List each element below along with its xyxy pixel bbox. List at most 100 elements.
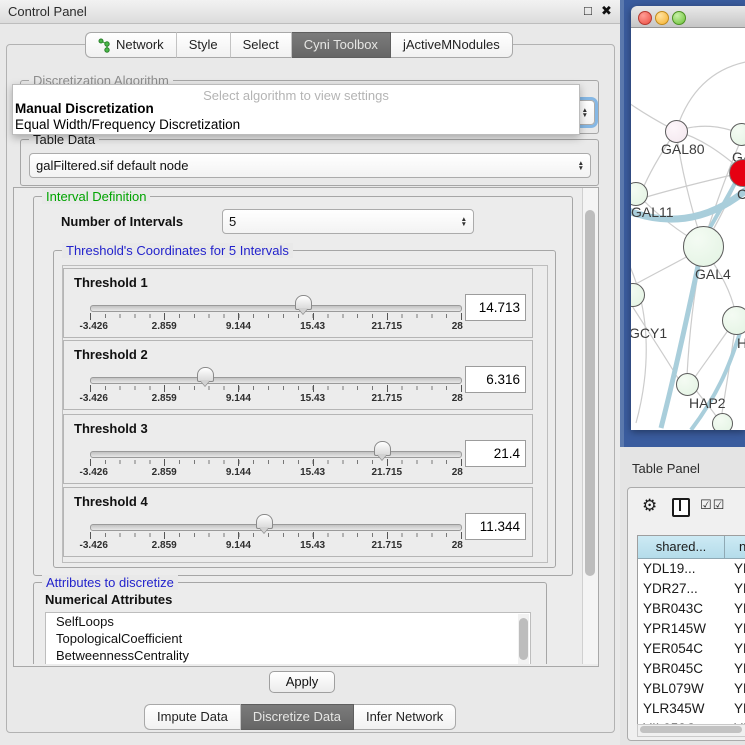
table-row[interactable]: YER054C YER0 [638, 639, 745, 659]
tab-select[interactable]: Select [231, 32, 292, 58]
apply-button[interactable]: Apply [269, 671, 335, 693]
screen: Control Panel □ ✖ Network Style Select C… [0, 0, 745, 745]
cell-name: YBL0 [734, 679, 745, 699]
network-window: GAL80 GA C GAL11 GAL4 GCY1 H HAP2 [631, 6, 745, 430]
tab-impute-data[interactable]: Impute Data [144, 704, 241, 730]
tab-network[interactable]: Network [85, 32, 177, 58]
tab-style[interactable]: Style [177, 32, 231, 58]
control-panel-titlebar: Control Panel □ ✖ [0, 0, 620, 24]
list-item[interactable]: TopologicalCoefficient [46, 630, 530, 647]
node-table: shared... n YDL19...YDL1 YDR27...YDR2 YB… [637, 535, 745, 726]
number-of-intervals-label: Number of Intervals [61, 214, 183, 229]
network-node-gal80[interactable] [665, 120, 688, 143]
slider-thumb[interactable] [197, 367, 214, 382]
network-node-hap2[interactable] [676, 373, 699, 396]
tick-label: -3.426 [80, 393, 108, 404]
table-horizontal-scrollbar[interactable] [637, 724, 745, 737]
float-window-icon[interactable]: □ [584, 3, 592, 18]
table-row[interactable]: YLR345WYLR3 [638, 699, 745, 719]
settings-scrollpane: Interval Definition Number of Intervals … [13, 187, 599, 667]
table-row[interactable]: YBR043C YBR0 [638, 599, 745, 619]
threshold-4-value-field[interactable]: 11.344 [465, 513, 526, 540]
slider-thumb[interactable] [374, 441, 391, 456]
cell-name: YPR1 [734, 619, 745, 639]
tab-cyni-toolbox[interactable]: Cyni Toolbox [292, 32, 391, 58]
threshold-2-slider[interactable]: -3.426 2.859 9.144 15.43 21.715 28 [90, 341, 460, 409]
close-traffic-light-icon[interactable] [638, 11, 652, 25]
tab-infer-network[interactable]: Infer Network [354, 704, 456, 730]
slider-tick-labels: -3.426 2.859 9.144 15.43 21.715 28 [90, 467, 461, 479]
slider-ticks [90, 386, 461, 392]
slider-ticks [90, 314, 461, 320]
cell-shared-name: YBR043C [643, 599, 703, 619]
popup-option-manual-discretization[interactable]: Manual Discretization [15, 101, 154, 116]
cell-shared-name: YPR145W [643, 619, 706, 639]
table-data-combobox[interactable]: galFiltered.sif default node ▲▼ [29, 153, 591, 178]
tick-label: 21.715 [372, 321, 403, 332]
tick-label: 15.43 [300, 321, 325, 332]
popup-option-equal-width[interactable]: Equal Width/Frequency Discretization [15, 117, 240, 132]
slider-track[interactable] [90, 524, 462, 531]
combo-stepper-icon: ▲▼ [578, 161, 584, 171]
threshold-1-slider[interactable]: -3.426 2.859 9.144 15.43 21.715 28 [90, 269, 460, 337]
slider-thumb[interactable] [256, 514, 273, 529]
network-node-partial-bottom[interactable] [712, 413, 733, 430]
column-header-shared-name[interactable]: shared... [638, 536, 725, 559]
tick-label: 2.859 [152, 467, 177, 478]
slider-ticks [90, 533, 461, 539]
minimize-traffic-light-icon[interactable] [655, 11, 669, 25]
select-columns-icon[interactable]: ☑☑ [700, 497, 725, 513]
tick-label: 9.144 [226, 393, 251, 404]
tab-impute-data-label: Impute Data [157, 705, 228, 729]
table-horizontal-scrollbar-thumb[interactable] [640, 726, 742, 733]
slider-track[interactable] [90, 377, 462, 384]
list-item[interactable]: BetweennessCentrality [46, 647, 530, 664]
slider-track[interactable] [90, 305, 462, 312]
threshold-3-value-field[interactable]: 21.4 [465, 440, 526, 467]
split-table-icon[interactable] [672, 498, 690, 517]
combo-stepper-icon: ▲▼ [582, 108, 588, 118]
table-panel: ⚙ ☑☑ shared... n YDL19...YDL1 YDR27...YD… [627, 487, 745, 741]
network-window-titlebar[interactable] [631, 6, 745, 28]
slider-track[interactable] [90, 451, 462, 458]
top-tab-bar: Network Style Select Cyni Toolbox jActiv… [85, 32, 513, 56]
thresholds-group-title: Threshold's Coordinates for 5 Intervals [62, 243, 293, 258]
cell-name: YER0 [734, 639, 745, 659]
zoom-traffic-light-icon[interactable] [672, 11, 686, 25]
tick-label: 15.43 [300, 540, 325, 551]
tick-label: 2.859 [152, 321, 177, 332]
slider-tick-labels: -3.426 2.859 9.144 15.43 21.715 28 [90, 393, 461, 405]
list-scrollbar[interactable] [518, 614, 529, 664]
table-row[interactable]: YBR045CYBR0 [638, 659, 745, 679]
network-node-right[interactable] [722, 306, 745, 335]
cell-shared-name: YER054C [643, 639, 703, 659]
settings-scrollbar[interactable] [582, 188, 598, 664]
network-node-gal4[interactable] [683, 226, 724, 267]
gear-icon[interactable]: ⚙ [642, 496, 657, 516]
table-row[interactable]: YPR145W YPR1 [638, 619, 745, 639]
node-label: HAP2 [689, 395, 726, 411]
tab-jactivemnodules[interactable]: jActiveMNodules [391, 32, 513, 58]
threshold-4-slider[interactable]: -3.426 2.859 9.144 15.43 21.715 28 [90, 488, 460, 556]
node-label: C [737, 186, 745, 202]
numerical-attributes-label: Numerical Attributes [45, 592, 172, 607]
threshold-1-value-field[interactable]: 14.713 [465, 294, 526, 321]
list-item[interactable]: SelfLoops [46, 613, 530, 630]
tab-discretize-data[interactable]: Discretize Data [241, 704, 354, 730]
threshold-3-slider[interactable]: -3.426 2.859 9.144 15.43 21.715 28 [90, 415, 460, 483]
cell-name: YBR0 [734, 599, 745, 619]
number-of-intervals-combobox[interactable]: 5 ▲▼ [222, 209, 474, 234]
network-canvas[interactable]: GAL80 GA C GAL11 GAL4 GCY1 H HAP2 [631, 28, 745, 430]
numerical-attributes-list[interactable]: SelfLoops TopologicalCoefficient Between… [45, 612, 531, 664]
tab-style-label: Style [189, 33, 218, 57]
settings-scrollbar-thumb[interactable] [585, 210, 595, 576]
close-icon[interactable]: ✖ [601, 3, 612, 19]
interval-definition-title: Interval Definition [42, 189, 150, 204]
column-header-name[interactable]: n [725, 536, 745, 559]
slider-thumb[interactable] [295, 295, 312, 310]
list-scrollbar-thumb[interactable] [519, 618, 528, 660]
threshold-2-value-field[interactable]: 6.316 [465, 366, 526, 393]
table-row[interactable]: YDL19...YDL1 [638, 559, 745, 579]
table-row[interactable]: YBL079WYBL0 [638, 679, 745, 699]
table-row[interactable]: YDR27...YDR2 [638, 579, 745, 599]
